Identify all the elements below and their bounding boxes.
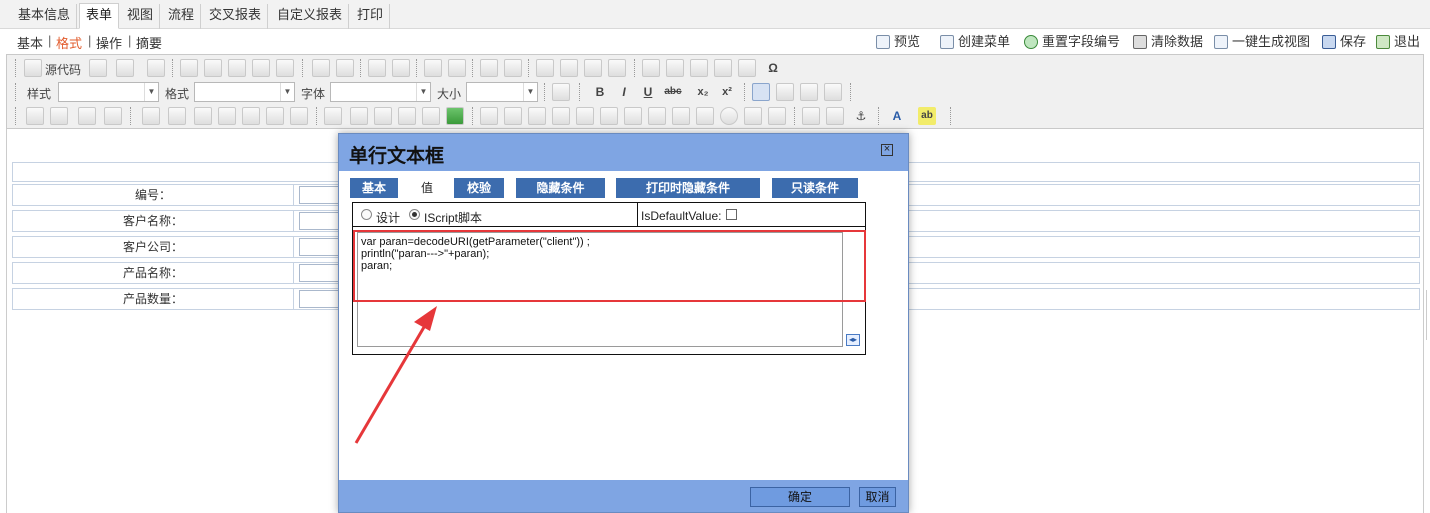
annotation-arrow-icon (354, 306, 437, 444)
